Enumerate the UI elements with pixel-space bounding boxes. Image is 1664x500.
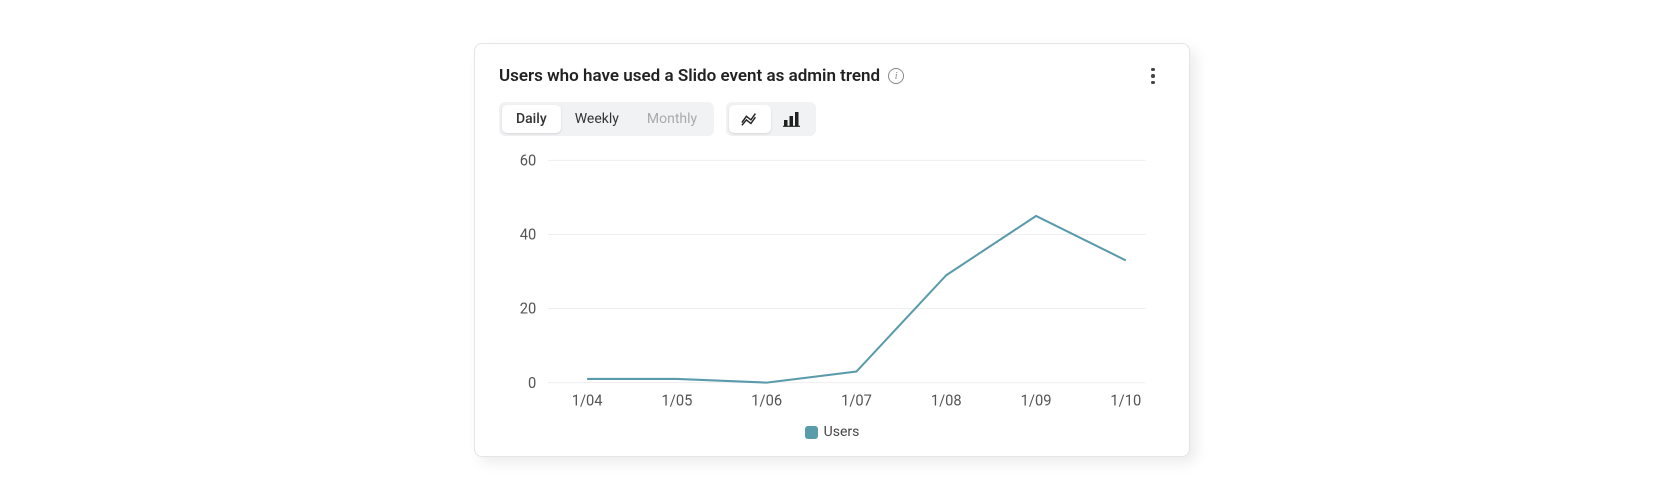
x-tick-label: 1/10 [1110, 391, 1141, 410]
y-tick-label: 20 [520, 299, 537, 318]
chart-card: Users who have used a Slido event as adm… [474, 43, 1190, 457]
x-tick-label: 1/06 [751, 391, 782, 410]
x-tick-label: 1/07 [841, 391, 872, 410]
bar-chart-button[interactable] [771, 105, 813, 133]
more-menu-button[interactable] [1141, 64, 1165, 88]
y-tick-label: 60 [520, 151, 537, 170]
x-tick-label: 1/09 [1021, 391, 1052, 410]
chart-svg: 0 20 40 60 1/04 1/05 1/06 1/07 1/08 1/09 1/10 [499, 150, 1165, 420]
time-granularity-tabs: Daily Weekly Monthly [499, 102, 714, 136]
tab-weekly[interactable]: Weekly [561, 105, 633, 133]
card-title: Users who have used a Slido event as adm… [499, 66, 880, 86]
x-tick-label: 1/04 [572, 391, 603, 410]
controls-row: Daily Weekly Monthly [499, 102, 1165, 136]
line-chart-button[interactable] [729, 105, 771, 133]
line-chart-icon [741, 111, 759, 127]
title-wrap: Users who have used a Slido event as adm… [499, 66, 904, 86]
legend: Users [499, 424, 1165, 440]
y-tick-label: 0 [528, 373, 536, 392]
legend-label-users: Users [824, 424, 860, 440]
bar-chart-icon [783, 111, 801, 127]
tab-daily[interactable]: Daily [502, 105, 561, 133]
tab-monthly: Monthly [633, 105, 711, 133]
series-line-users [587, 216, 1126, 383]
x-tick-label: 1/05 [662, 391, 693, 410]
plot-area: 0 20 40 60 1/04 1/05 1/06 1/07 1/08 1/09 1/10 [499, 150, 1165, 420]
y-tick-label: 40 [520, 225, 537, 244]
legend-swatch-users [805, 426, 818, 439]
card-header: Users who have used a Slido event as adm… [499, 64, 1165, 88]
x-tick-label: 1/08 [931, 391, 962, 410]
chart-type-tabs [726, 102, 816, 136]
info-icon[interactable]: i [888, 68, 904, 84]
